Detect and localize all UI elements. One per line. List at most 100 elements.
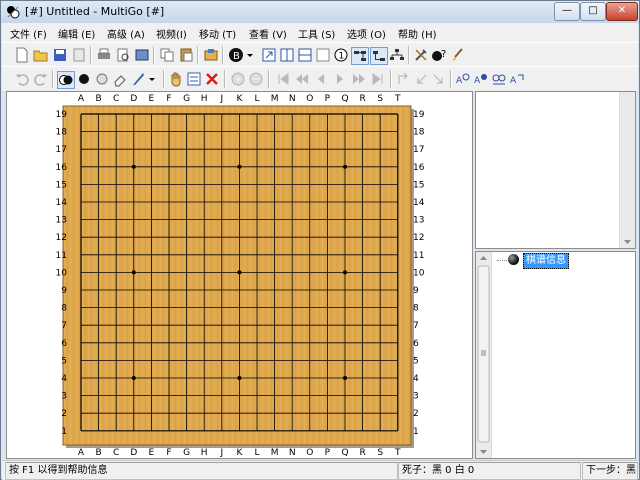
board-icon[interactable] (279, 47, 295, 63)
next-move-icon[interactable] (261, 47, 277, 63)
tree-view-2-icon[interactable] (370, 47, 388, 65)
variation-up-icon[interactable] (395, 71, 411, 87)
circle-remove-icon[interactable] (248, 71, 264, 87)
app-icon (7, 6, 20, 19)
column-label: S (377, 448, 383, 458)
row-label: 3 (413, 392, 419, 402)
last-move-icon[interactable] (370, 71, 386, 87)
column-label: R (359, 94, 365, 104)
forward-10-icon[interactable] (351, 71, 367, 87)
info-scrollbar[interactable] (619, 92, 635, 248)
column-label: H (201, 448, 208, 458)
tree-node-game-info[interactable]: 棋谱信息 (523, 253, 569, 269)
black-stone-icon[interactable] (76, 71, 92, 87)
tools-icon[interactable] (413, 47, 429, 63)
back-icon[interactable] (313, 71, 329, 87)
stone-b-icon[interactable]: B (228, 47, 244, 63)
info-pane (475, 91, 636, 249)
variation-right-icon[interactable] (431, 71, 447, 87)
column-label: B (96, 94, 102, 104)
first-move-icon[interactable] (275, 71, 291, 87)
menu-help[interactable]: 帮助 (H) (398, 26, 437, 41)
undo-icon[interactable] (14, 71, 30, 87)
hand-icon[interactable] (168, 71, 184, 87)
menu-file[interactable]: 文件 (F) (10, 26, 47, 41)
column-label: G (183, 94, 190, 104)
back-10-icon[interactable] (294, 71, 310, 87)
main-window: [#] Untitled - MultiGo [#] — □ ✕ 文件 (F) … (0, 0, 640, 480)
column-label: N (289, 448, 296, 458)
search-d-icon[interactable]: A (509, 71, 525, 87)
column-label: M (271, 448, 279, 458)
white-stone-icon[interactable] (94, 71, 110, 87)
circle-add-icon[interactable] (230, 71, 246, 87)
dropdown-arrow-icon[interactable] (245, 47, 255, 63)
row-label: 6 (413, 339, 419, 349)
save-icon[interactable] (52, 47, 68, 63)
game-info-icon[interactable] (203, 47, 219, 63)
menu-options[interactable]: 选项 (O) (347, 26, 386, 41)
row-label: 12 (56, 233, 67, 243)
variation-left-icon[interactable] (413, 71, 429, 87)
row-label: 14 (413, 198, 425, 208)
menu-tools[interactable]: 工具 (S) (298, 26, 335, 41)
close-button[interactable]: ✕ (606, 2, 638, 21)
redo-icon[interactable] (33, 71, 49, 87)
row-label: 4 (61, 374, 67, 384)
board-wood (62, 105, 412, 446)
maximize-button[interactable]: □ (580, 2, 606, 21)
alternate-stones-icon[interactable] (57, 71, 75, 89)
svg-text:1: 1 (339, 52, 345, 62)
mark-icon[interactable] (186, 71, 202, 87)
row-label: 1 (413, 427, 419, 437)
menu-edit[interactable]: 编辑 (E) (58, 26, 95, 41)
copy-icon[interactable] (159, 47, 175, 63)
brush-icon[interactable] (449, 47, 465, 63)
board-blank-icon[interactable] (315, 47, 331, 63)
print-preview-icon[interactable] (115, 47, 131, 63)
pen-icon[interactable] (130, 71, 146, 87)
menu-move[interactable]: 移动 (T) (199, 26, 236, 41)
paste-icon[interactable] (178, 47, 194, 63)
forward-icon[interactable] (332, 71, 348, 87)
column-label: L (254, 94, 259, 104)
column-label: S (377, 94, 383, 104)
column-label: G (183, 448, 190, 458)
save-as-icon[interactable] (71, 47, 87, 63)
menu-view[interactable]: 查看 (V) (249, 26, 287, 41)
search-c-icon[interactable] (491, 71, 507, 87)
column-label: D (130, 448, 137, 458)
column-label: O (306, 448, 313, 458)
minimize-button[interactable]: — (554, 2, 580, 21)
row-label: 16 (56, 163, 68, 173)
export-image-icon[interactable] (134, 47, 150, 63)
new-file-icon[interactable] (14, 47, 30, 63)
column-label: F (166, 94, 171, 104)
tree-stone-icon (508, 254, 519, 265)
print-icon[interactable] (96, 47, 112, 63)
search-b-icon[interactable]: A (473, 71, 489, 87)
dropdown-arrow-icon[interactable] (147, 71, 157, 87)
row-label: 14 (56, 198, 68, 208)
eraser-icon[interactable] (112, 71, 128, 87)
tree-scrollbar[interactable] (476, 252, 492, 458)
menu-video[interactable]: 视频(I) (156, 26, 187, 41)
go-board[interactable]: ABCDEFGHJKLMNOPQRST ABCDEFGHJKLMNOPQRST … (7, 92, 472, 458)
column-label: H (201, 94, 208, 104)
title-bar[interactable]: [#] Untitled - MultiGo [#] — □ ✕ (1, 1, 639, 23)
menu-advanced[interactable]: 高级 (A) (107, 26, 145, 41)
search-a-icon[interactable]: A (455, 71, 471, 87)
row-label: 11 (413, 251, 424, 261)
stone-question-icon[interactable]: ? (431, 47, 447, 63)
menu-bar: 文件 (F) 编辑 (E) 高级 (A) 视频(I) 移动 (T) 查看 (V)… (2, 23, 638, 42)
row-label: 18 (56, 128, 68, 138)
tree-view-icon[interactable] (351, 47, 369, 65)
tree-view-3-icon[interactable] (389, 47, 405, 63)
column-label: J (219, 448, 223, 458)
board-split-icon[interactable] (297, 47, 313, 63)
open-folder-icon[interactable] (33, 47, 49, 63)
main-toolbar: B 1 ? (2, 42, 638, 67)
row-label: 18 (413, 128, 425, 138)
delete-icon[interactable] (204, 71, 220, 87)
stone-1-icon[interactable]: 1 (333, 47, 349, 63)
